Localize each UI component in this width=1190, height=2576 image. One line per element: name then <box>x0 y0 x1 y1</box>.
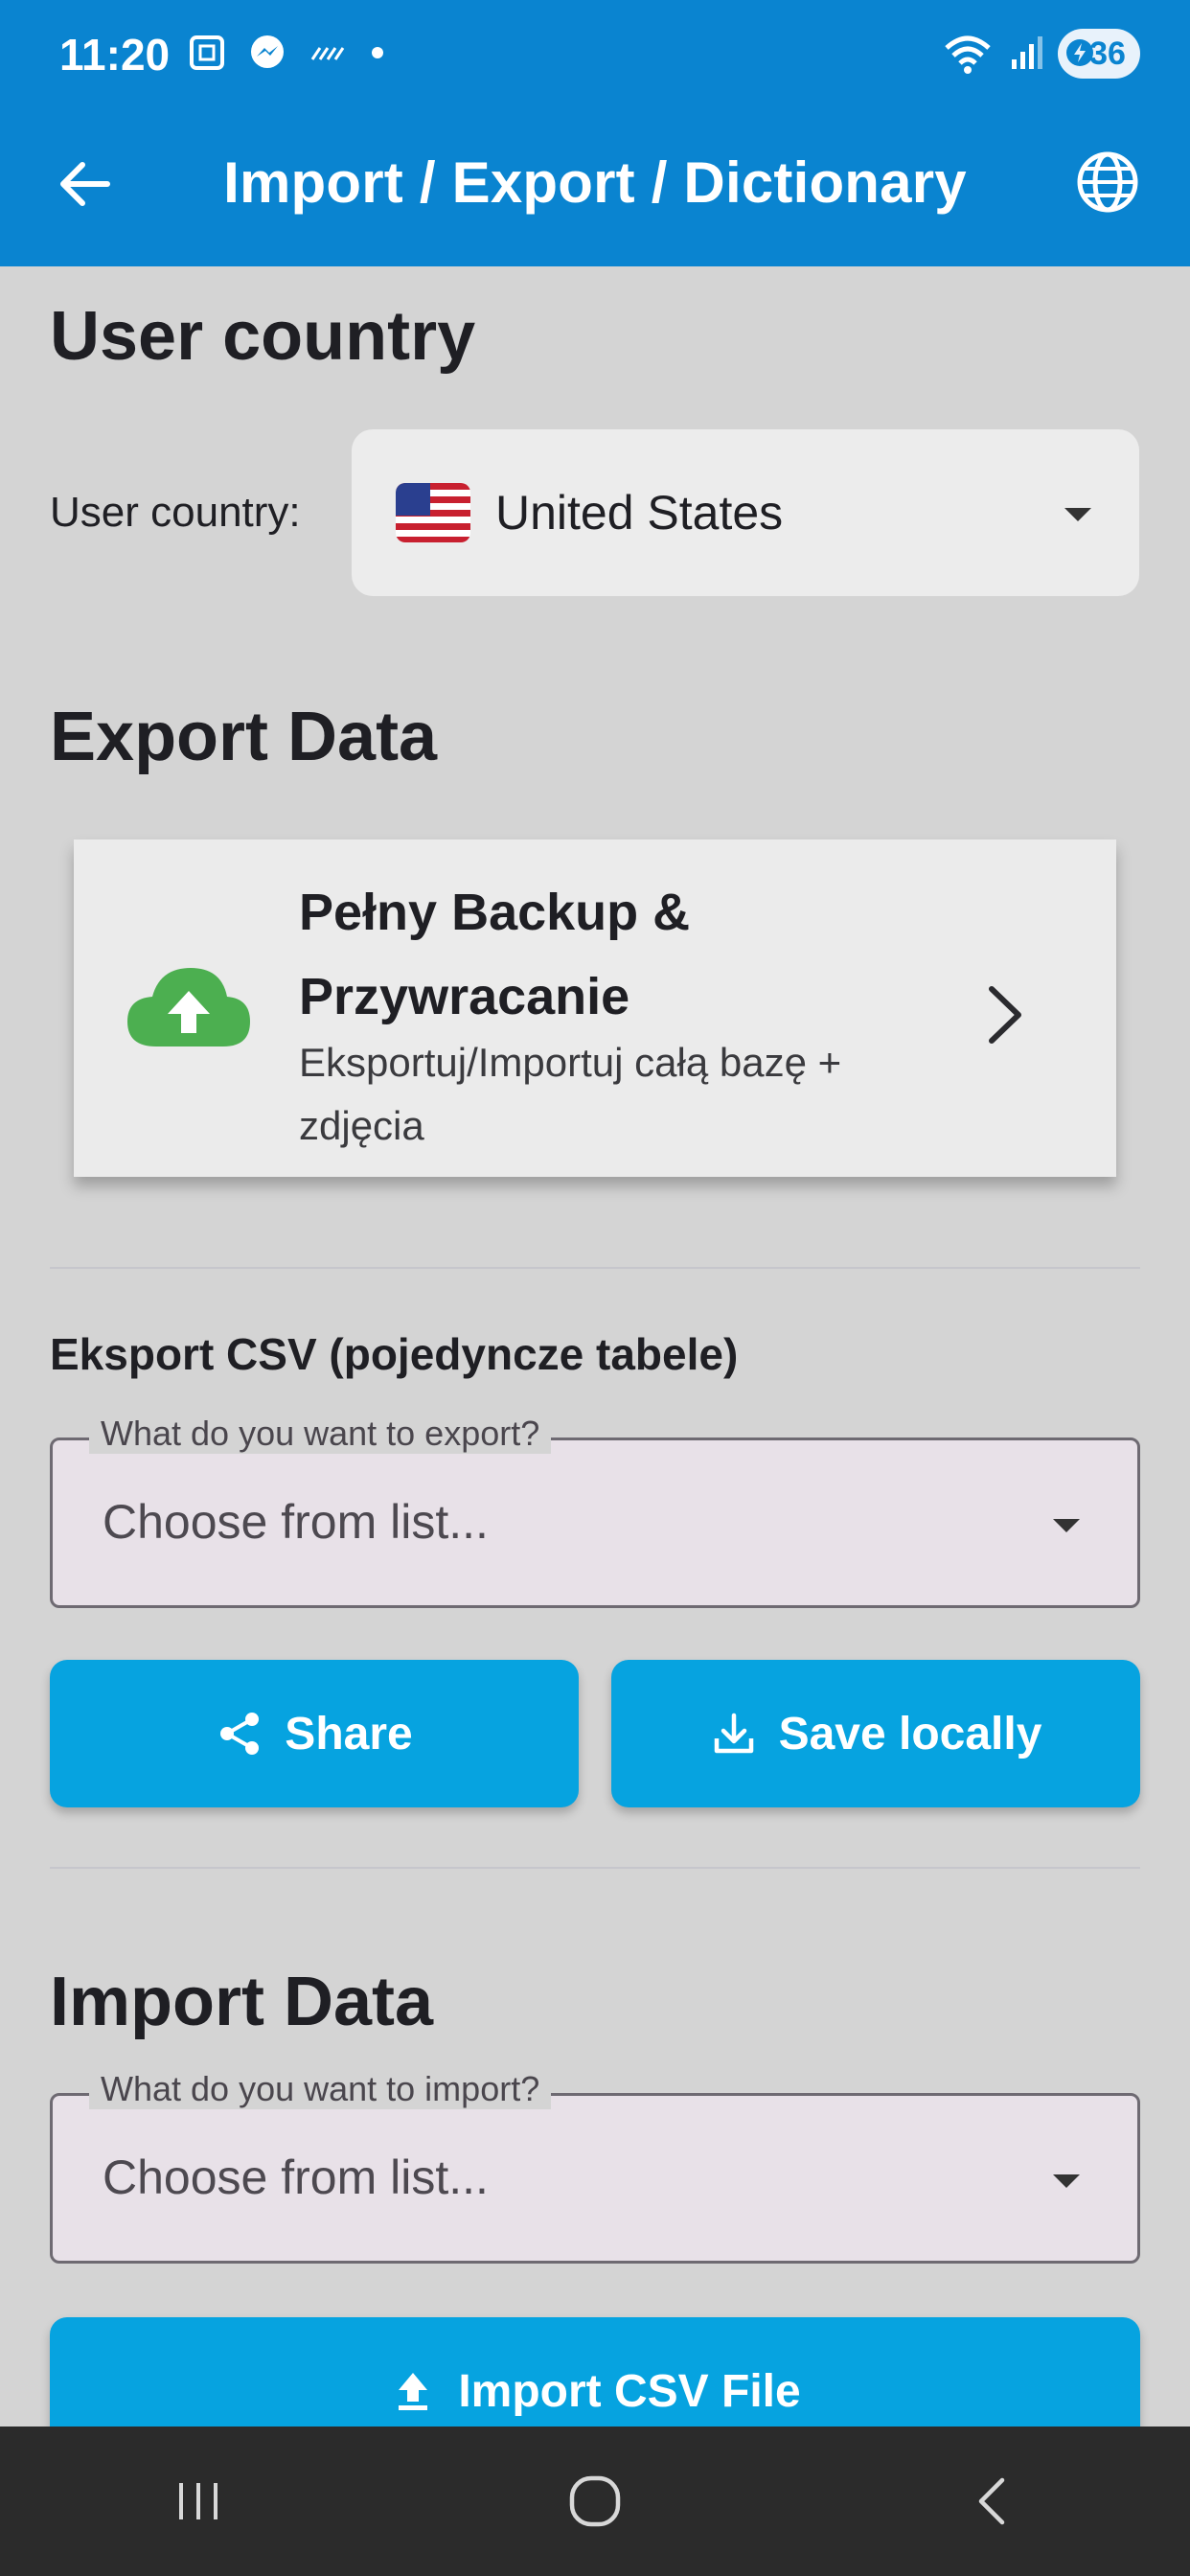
page-title: Import / Export / Dictionary <box>223 150 967 215</box>
share-button[interactable]: Share <box>50 1660 579 1807</box>
system-nav-bar <box>0 2426 1190 2576</box>
share-label: Share <box>285 1708 413 1760</box>
cell-signal-icon <box>1012 36 1042 69</box>
csv-export-heading: Eksport CSV (pojedyncze tabele) <box>50 1329 739 1379</box>
status-time: 11:20 <box>59 30 171 80</box>
dropdown-arrow-icon <box>1064 508 1091 521</box>
export-select-field[interactable]: What do you want to export? Choose from … <box>50 1414 1140 1608</box>
save-locally-label: Save locally <box>778 1708 1042 1760</box>
divider <box>50 1267 1140 1269</box>
share-icon <box>220 1713 260 1755</box>
home-icon <box>569 2475 621 2527</box>
battery-level: 36 <box>1089 34 1126 72</box>
status-bar: 11:20 36 <box>0 0 1190 115</box>
messenger-icon <box>251 35 284 68</box>
selected-country: United States <box>495 486 784 540</box>
dot-icon <box>372 47 383 58</box>
dropdown-arrow-icon <box>1053 1519 1080 1532</box>
import-field-label: What do you want to import? <box>89 2069 552 2109</box>
backup-card-title: Pełny Backup & Przywracanie <box>299 884 691 1025</box>
globe-icon[interactable] <box>1073 148 1142 217</box>
cloud-upload-icon <box>127 968 250 1046</box>
wifi-icon <box>945 35 991 74</box>
backup-restore-card[interactable]: Pełny Backup & Przywracanie Eksportuj/Im… <box>74 840 1116 1177</box>
import-field-placeholder: Choose from list... <box>103 2150 489 2204</box>
export-field-placeholder: Choose from list... <box>103 1495 489 1549</box>
backup-card-subtitle: Eksportuj/Importuj całą bazę + zdjęcia <box>299 1040 842 1148</box>
battery-icon: 36 <box>1058 29 1140 79</box>
battery-bolt-icon <box>1066 39 1093 66</box>
divider <box>50 1867 1140 1869</box>
country-dropdown[interactable]: United States <box>352 429 1139 596</box>
export-heading: Export Data <box>50 699 438 775</box>
import-select-field[interactable]: What do you want to import? Choose from … <box>50 2069 1140 2264</box>
status-icons-right: 36 <box>943 29 1140 79</box>
dropdown-arrow-icon <box>1053 2174 1080 2188</box>
back-button[interactable] <box>934 2453 1049 2549</box>
import-heading: Import Data <box>50 1964 434 2040</box>
us-flag-icon <box>396 483 470 542</box>
user-country-heading: User country <box>50 298 476 375</box>
recent-apps-button[interactable] <box>141 2453 256 2549</box>
signal-activity-icon <box>310 47 345 60</box>
user-country-label: User country: <box>50 489 301 536</box>
app-bar: Import / Export / Dictionary <box>0 134 1190 230</box>
home-button[interactable] <box>538 2453 652 2549</box>
upload-icon <box>399 2373 428 2410</box>
import-csv-label: Import CSV File <box>458 2365 801 2417</box>
status-icons-left <box>188 33 387 73</box>
download-icon <box>714 1713 753 1754</box>
top-bar: 11:20 36 Import / Export / Dictionary <box>0 0 1190 266</box>
export-field-label: What do you want to export? <box>89 1414 552 1454</box>
recent-apps-icon <box>179 2483 217 2519</box>
chevron-right-icon <box>989 986 1021 1044</box>
screen: 11:20 36 Import / Export / Dictionary Us… <box>0 0 1190 2576</box>
save-locally-button[interactable]: Save locally <box>611 1660 1140 1807</box>
back-nav-icon <box>978 2477 1005 2525</box>
screenshot-icon <box>190 35 224 70</box>
